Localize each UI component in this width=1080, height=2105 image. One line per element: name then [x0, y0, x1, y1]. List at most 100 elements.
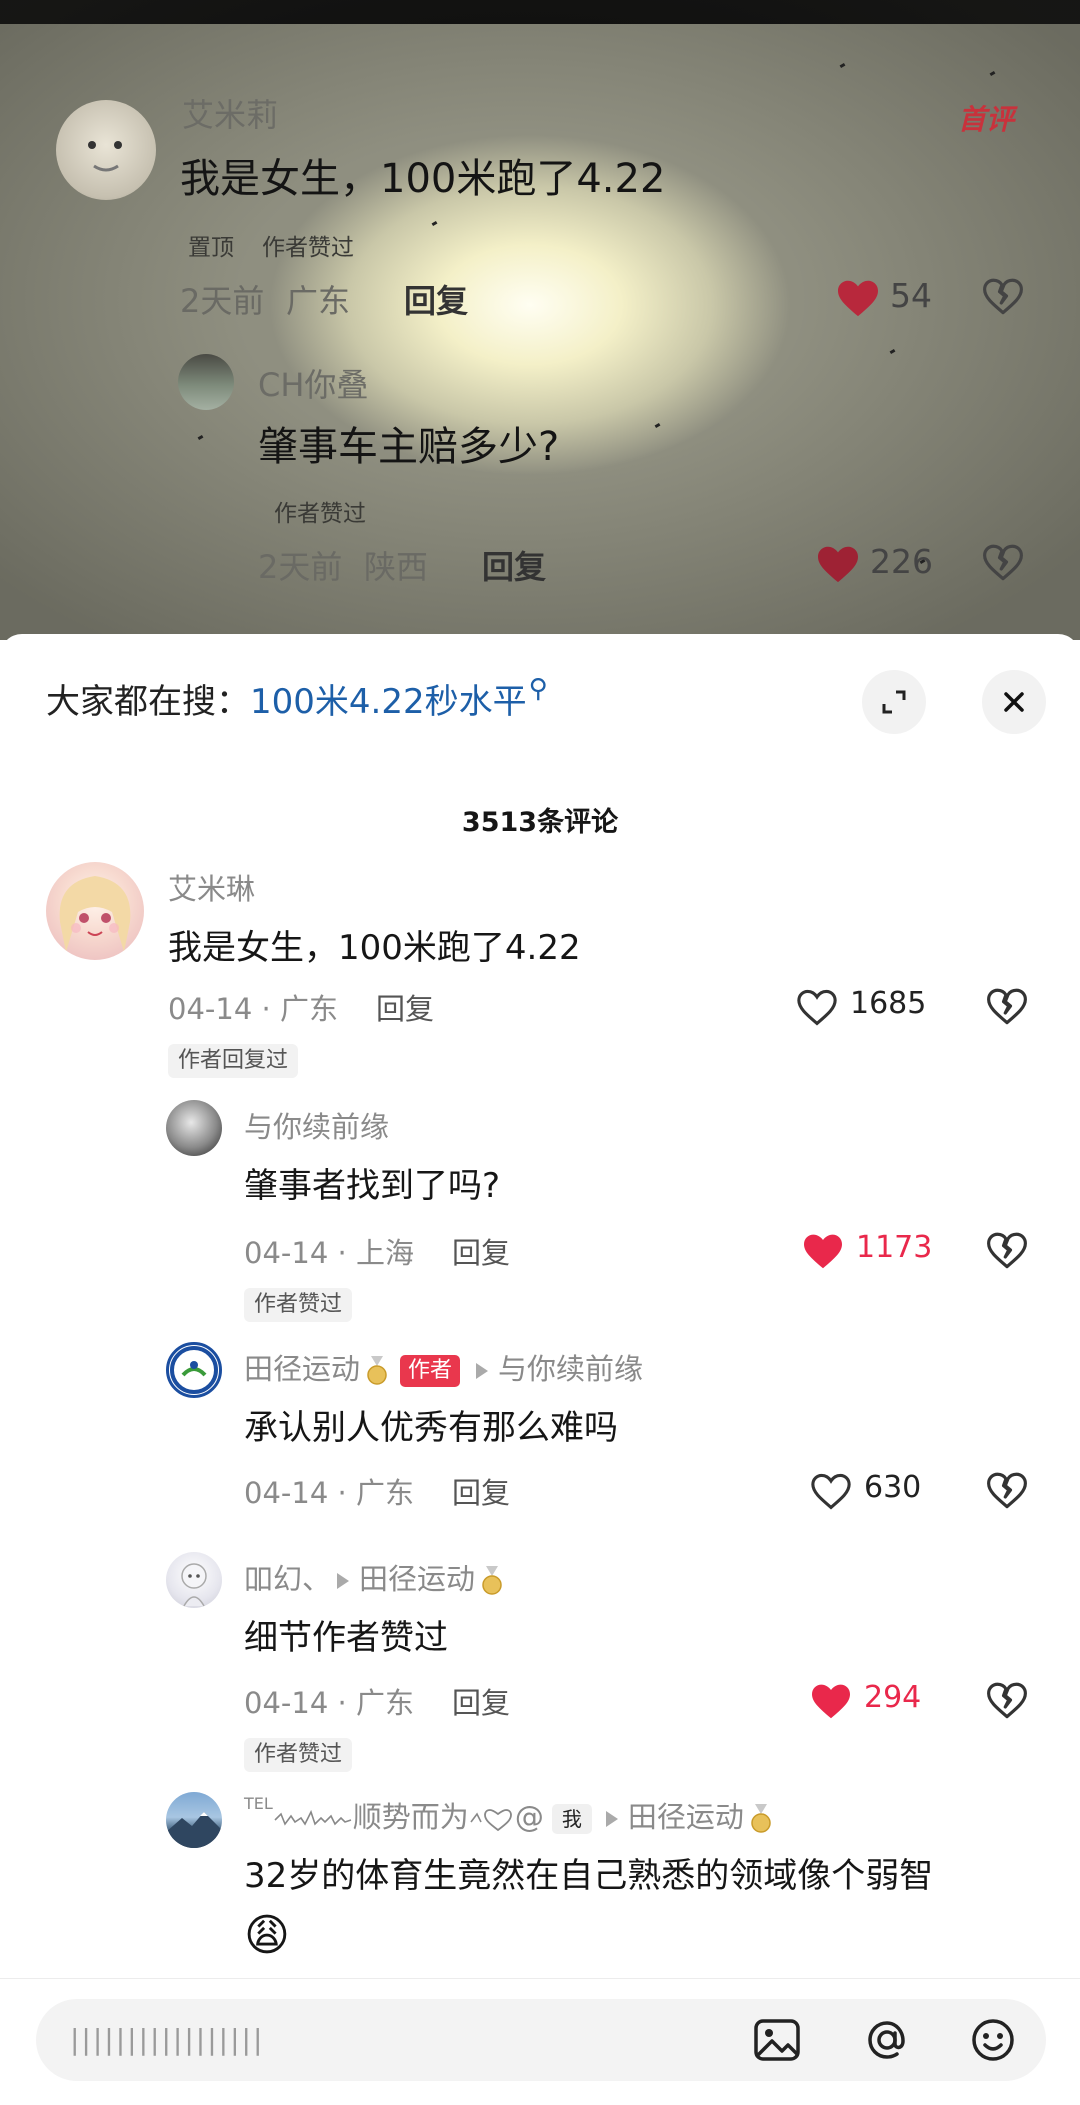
search-suggestion-prefix: 大家都在搜： — [46, 682, 250, 722]
like-count: 294 — [864, 1680, 922, 1715]
first-comment-badge: 首评 — [958, 103, 1015, 136]
reply-button[interactable]: 回复 — [482, 542, 546, 588]
comment-location: 广东 — [286, 282, 351, 320]
comment-sheet: 大家都在搜：100米4.22秒水平⚲ 3513条评论 艾米琳 我是女生，100米… — [0, 634, 1080, 2104]
comment-date: 04-14 — [168, 992, 253, 1026]
comment-text: 细节作者赞过 — [244, 1618, 448, 1658]
comment-date: 04-14 — [244, 1686, 329, 1720]
avatar[interactable] — [166, 1552, 222, 1608]
reply-arrow-icon — [605, 1811, 618, 1827]
comment-count-title: 3513条评论 — [461, 807, 619, 838]
comment-text: 32岁的体育生竟然在自己熟悉的领域像个弱智 — [244, 1856, 934, 1896]
comment-meta: 04-14 · 广东 回复 — [244, 1470, 510, 1512]
reply-button[interactable]: 回复 — [376, 992, 434, 1026]
dislike-icon[interactable] — [986, 986, 1028, 1026]
comment-input-bar: ||||||||||||||||| — [0, 1978, 1080, 2105]
reply-arrow-icon — [476, 1363, 489, 1379]
comment-username[interactable]: 吅幻、 — [244, 1562, 331, 1596]
author-liked-tag: 作者赞过 — [274, 501, 366, 527]
comment-time: 2天前 — [258, 548, 343, 586]
avatar[interactable] — [166, 1792, 222, 1848]
username-suffix: @ — [514, 1800, 544, 1834]
close-button[interactable] — [982, 670, 1046, 734]
reply-arrow-icon — [337, 1573, 350, 1589]
search-suggestion-query[interactable]: 100米4.22秒水平 — [250, 682, 527, 722]
comment-location: 陕西 — [364, 548, 429, 586]
comment-location: 广东 — [355, 1686, 414, 1720]
emoji-icon[interactable] — [964, 2011, 1022, 2069]
comment-username-line: 吅幻、 田径运动 — [244, 1556, 505, 1598]
comment-username[interactable]: 田径运动 — [244, 1352, 360, 1386]
like-count: 630 — [864, 1470, 922, 1505]
comment-input-placeholder: ||||||||||||||||| — [70, 2023, 265, 2056]
author-badge: 作者 — [400, 1355, 461, 1387]
search-suggestion[interactable]: 大家都在搜：100米4.22秒水平⚲ — [46, 674, 548, 723]
reply-button[interactable]: 回复 — [452, 1686, 510, 1720]
emoji: 😩 — [244, 1910, 290, 1961]
separator: · — [337, 1476, 347, 1510]
comment-meta: 04-14 · 上海 回复 — [244, 1230, 510, 1272]
avatar[interactable] — [166, 1100, 222, 1156]
comment-date: 04-14 — [244, 1236, 329, 1270]
separator: · — [337, 1236, 347, 1270]
username-prefix: TEL — [244, 1794, 273, 1813]
avatar[interactable] — [166, 1342, 222, 1398]
reply-button[interactable]: 回复 — [452, 1476, 510, 1510]
heart-filled-icon[interactable] — [802, 1232, 844, 1270]
comment-username[interactable]: 与你续前缘 — [244, 1104, 389, 1146]
heart-filled-icon[interactable] — [816, 544, 860, 584]
comment-text: 肇事者找到了吗? — [244, 1166, 501, 1206]
reply-to-username[interactable]: 田径运动 — [628, 1800, 744, 1834]
comment-username-line: TEL 顺势而为 @ 我 田径运动 — [244, 1794, 774, 1836]
reply-to-username[interactable]: 田径运动 — [359, 1562, 475, 1596]
heart-outline-icon[interactable] — [796, 988, 838, 1026]
image-icon[interactable] — [748, 2011, 806, 2069]
reply-button[interactable]: 回复 — [404, 276, 468, 322]
dislike-icon[interactable] — [982, 542, 1024, 582]
comment-username[interactable]: 艾米琳 — [168, 866, 255, 908]
wave-decoration-icon — [274, 1809, 352, 1826]
close-icon — [1004, 692, 1024, 712]
dislike-icon[interactable] — [986, 1680, 1028, 1720]
separator: · — [261, 992, 271, 1026]
comment-username-line: 田径运动 作者 与你续前缘 — [244, 1346, 643, 1388]
heart-filled-icon[interactable] — [836, 278, 880, 318]
dislike-icon[interactable] — [986, 1230, 1028, 1270]
medal-icon — [482, 1566, 502, 1595]
comment-username: 艾米莉 — [182, 96, 279, 134]
heart-filled-icon[interactable] — [810, 1682, 852, 1720]
avatar[interactable] — [46, 862, 144, 960]
expand-icon — [882, 690, 906, 714]
comment-username[interactable]: 顺势而为 — [353, 1800, 469, 1834]
separator: · — [337, 1686, 347, 1720]
comment-meta: 04-14 · 广东 回复 — [168, 986, 434, 1028]
expand-button[interactable] — [862, 670, 926, 734]
author-liked-tag: 作者赞过 — [244, 1738, 353, 1772]
comment-location: 广东 — [355, 1476, 414, 1510]
like-count: 1685 — [850, 986, 927, 1021]
heart-decoration-icon — [470, 1809, 512, 1832]
like-count: 226 — [870, 542, 933, 581]
author-liked-tag: 作者赞过 — [262, 235, 354, 261]
author-liked-tag: 作者赞过 — [244, 1288, 353, 1322]
reply-to-username[interactable]: 与你续前缘 — [498, 1352, 643, 1386]
like-count: 54 — [890, 276, 932, 315]
reply-button[interactable]: 回复 — [452, 1236, 510, 1270]
comment-text: 我是女生，100米跑了4.22 — [168, 928, 581, 968]
avatar — [56, 100, 156, 200]
heart-outline-icon[interactable] — [810, 1472, 852, 1510]
dislike-icon[interactable] — [982, 276, 1024, 316]
at-icon[interactable] — [858, 2011, 916, 2069]
pinned-tag: 置顶 — [188, 235, 234, 261]
author-replied-tag: 作者回复过 — [168, 1044, 299, 1078]
avatar — [178, 354, 234, 410]
comment-meta: 04-14 · 广东 回复 — [244, 1680, 510, 1722]
comment-time: 2天前 — [180, 282, 265, 320]
comment-input[interactable]: ||||||||||||||||| — [36, 1999, 1046, 2081]
search-icon: ⚲ — [528, 674, 548, 704]
comment-date: 04-14 — [244, 1476, 329, 1510]
comment-username: CH你叠 — [258, 366, 369, 404]
comment-text: 承认别人优秀有那么难吗 — [244, 1408, 618, 1448]
dislike-icon[interactable] — [986, 1470, 1028, 1510]
comment-text: 肇事车主赔多少? — [258, 424, 560, 470]
